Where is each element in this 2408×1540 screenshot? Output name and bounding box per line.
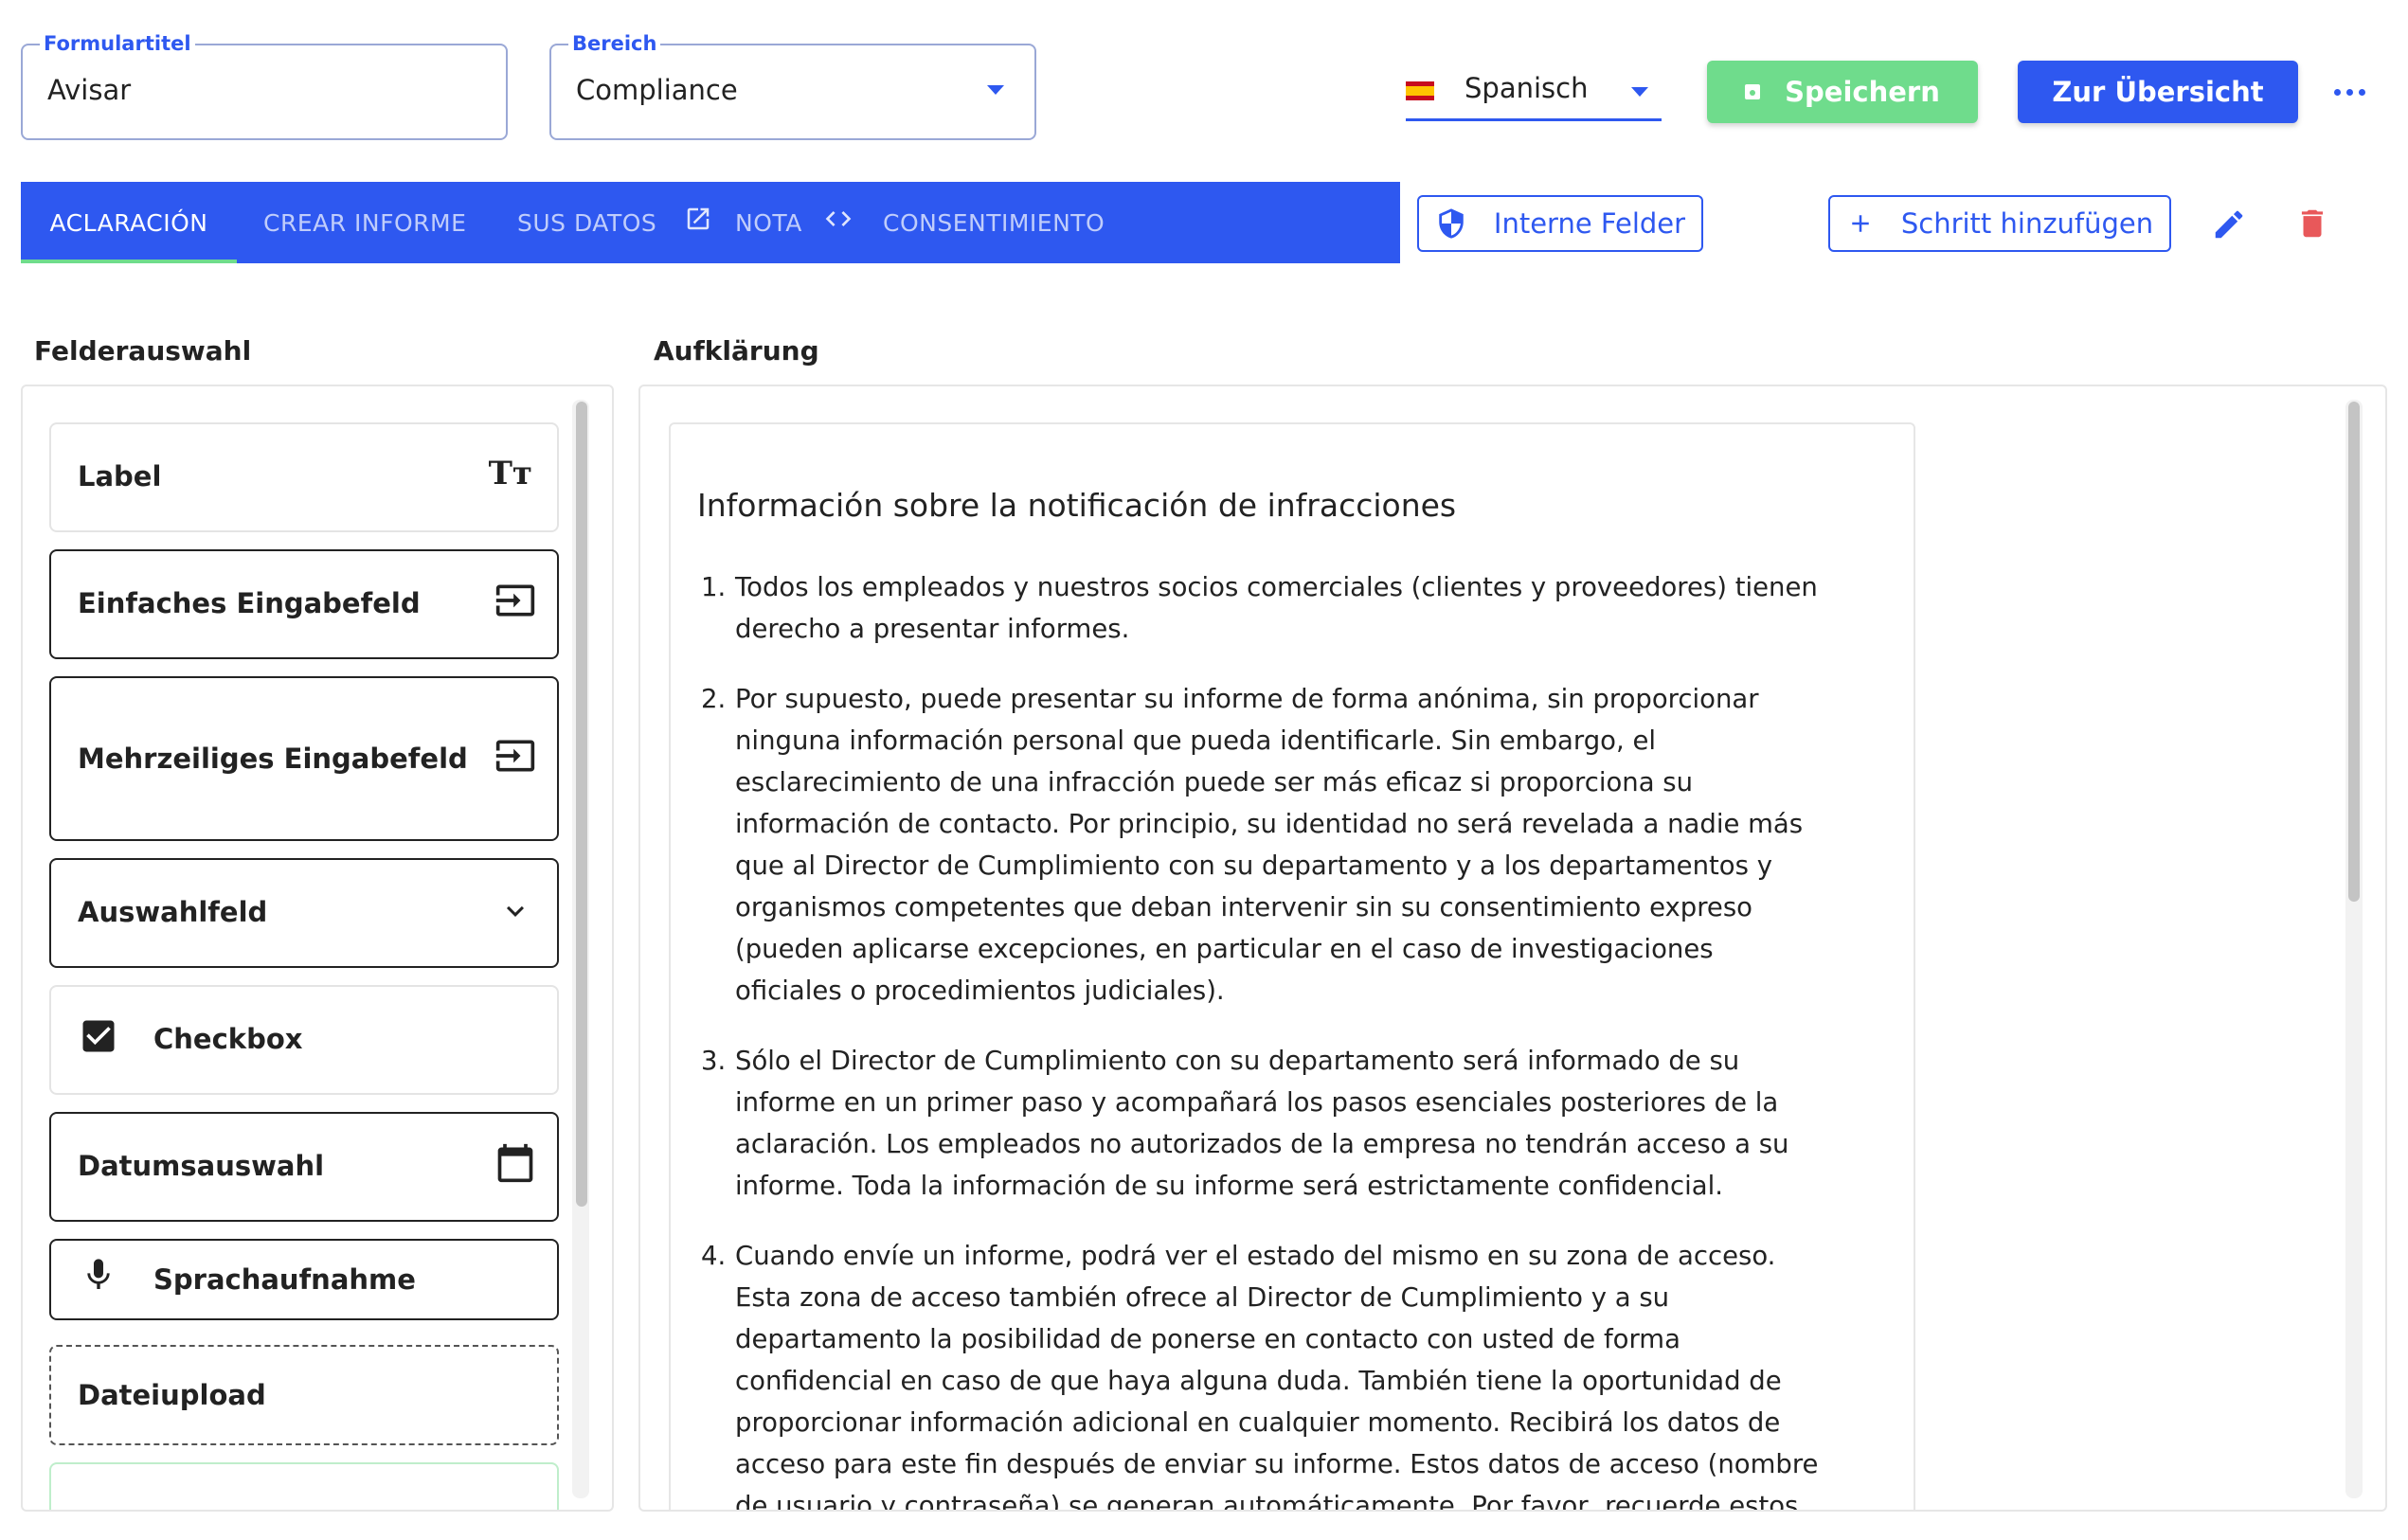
list-item-text: Por supuesto, puede presentar su informe… — [735, 684, 1804, 1006]
scrollbar-thumb[interactable] — [576, 402, 587, 1207]
tab-consentimiento[interactable]: CONSENTIMIENTO — [883, 182, 1105, 263]
list-item: 1. Todos los empleados y nuestros socios… — [701, 566, 1819, 650]
chevron-down-icon — [1631, 87, 1648, 97]
field-item-select[interactable]: Auswahlfeld — [49, 858, 559, 968]
open-in-new-icon[interactable] — [682, 203, 714, 235]
save-icon — [1745, 84, 1761, 99]
explanation-list: 1. Todos los empleados y nuestros socios… — [701, 566, 1819, 1512]
dot-icon — [2358, 88, 2365, 96]
tab-label: SUS DATOS — [517, 208, 657, 237]
add-step-label: Schritt hinzufügen — [1900, 207, 2154, 240]
field-item-label-text: Auswahlfeld — [78, 896, 268, 928]
list-item-text: Cuando envíe un informe, podrá ver el es… — [735, 1241, 1819, 1512]
field-item-file-upload[interactable]: Dateiupload — [49, 1345, 559, 1445]
list-item-text: Sólo el Director de Cumplimiento con su … — [735, 1046, 1789, 1201]
field-item-voice-recording[interactable]: Sprachaufnahme — [49, 1239, 559, 1320]
form-title-value: Avisar — [47, 74, 132, 106]
list-item-number: 4. — [701, 1241, 727, 1271]
delete-icon[interactable] — [2294, 205, 2330, 242]
language-value: Spanisch — [1465, 72, 1589, 104]
form-title-field[interactable]: Formulartitel Avisar — [21, 32, 508, 140]
internal-fields-button[interactable]: Interne Felder — [1417, 195, 1703, 252]
microphone-icon — [87, 1259, 110, 1289]
explanation-card: Información sobre la notificación de inf… — [669, 422, 1915, 1512]
tab-label: NOTA — [735, 208, 802, 237]
overview-button[interactable]: Zur Übersicht — [2018, 61, 2298, 123]
tab-sus-datos[interactable]: SUS DATOS — [517, 182, 656, 263]
chevron-down-icon — [987, 85, 1004, 95]
dot-icon — [2345, 88, 2353, 96]
field-item-label-text: Einfaches Eingabefeld — [78, 587, 421, 619]
dot-icon — [2333, 88, 2341, 96]
chevron-down-icon — [507, 905, 524, 917]
content-title: Información sobre la notificación de inf… — [697, 487, 1457, 524]
spain-flag-icon — [1406, 81, 1434, 100]
list-item-number: 2. — [701, 684, 727, 714]
list-item: 2. Por supuesto, puede presentar su info… — [701, 678, 1819, 1012]
area-value: Compliance — [576, 74, 738, 106]
plus-icon — [1852, 215, 1869, 232]
save-button[interactable]: Speichern — [1707, 61, 1978, 123]
tab-nota[interactable]: NOTA — [735, 182, 802, 263]
area-legend: Bereich — [568, 32, 661, 55]
tab-label: ACLARACIÓN — [49, 208, 208, 237]
field-item-checkbox[interactable]: Checkbox — [49, 985, 559, 1095]
code-icon[interactable] — [822, 203, 854, 235]
area-select[interactable]: Bereich Compliance — [549, 32, 1036, 140]
list-item: 3. Sólo el Director de Cumplimiento con … — [701, 1040, 1819, 1207]
input-icon — [495, 740, 535, 772]
tab-label: CONSENTIMIENTO — [883, 208, 1105, 237]
list-item-number: 1. — [701, 572, 727, 602]
field-item-simple-input[interactable]: Einfaches Eingabefeld — [49, 549, 559, 659]
tab-aclaracion[interactable]: ACLARACIÓN — [21, 182, 237, 263]
save-button-label: Speichern — [1785, 76, 1940, 108]
input-icon — [495, 584, 535, 617]
field-item-label-text: Checkbox — [153, 1023, 303, 1055]
tab-crear-informe[interactable]: CREAR INFORME — [263, 182, 466, 263]
add-step-button[interactable]: Schritt hinzufügen — [1828, 195, 2171, 252]
edit-icon[interactable] — [2211, 206, 2247, 242]
list-item: 4. Cuando envíe un informe, podrá ver el… — [701, 1235, 1819, 1512]
field-item-label-text: Label — [78, 460, 162, 492]
tab-label: CREAR INFORME — [263, 208, 467, 237]
list-item-text: Todos los empleados y nuestros socios co… — [735, 572, 1818, 644]
overview-button-label: Zur Übersicht — [2052, 76, 2264, 108]
internal-fields-label: Interne Felder — [1493, 207, 1686, 240]
field-item-label-text: Dateiupload — [78, 1379, 266, 1411]
field-item-label-text: Sprachaufnahme — [153, 1263, 416, 1296]
form-title-legend: Formulartitel — [40, 32, 195, 55]
field-item-label-text: Datumsauswahl — [78, 1150, 325, 1182]
shield-icon — [1439, 208, 1464, 239]
more-menu-button[interactable] — [2330, 78, 2368, 106]
field-item-label-text: Mehrzeiliges Eingabefeld — [78, 743, 468, 775]
explanation-panel: Información sobre la notificación de inf… — [638, 385, 2387, 1512]
field-selection-title: Felderauswahl — [34, 335, 252, 367]
checkbox-checked-icon — [82, 1020, 115, 1052]
field-item-label[interactable]: Label Tт — [49, 422, 559, 532]
step-tabs: ACLARACIÓN CREAR INFORME SUS DATOS NOTA … — [21, 182, 1400, 263]
field-item-multiline-input[interactable]: Mehrzeiliges Eingabefeld — [49, 676, 559, 841]
scrollbar-thumb[interactable] — [2348, 402, 2360, 902]
explanation-title: Aufklärung — [654, 335, 819, 367]
list-item-number: 3. — [701, 1046, 727, 1076]
field-item-partial[interactable] — [49, 1462, 559, 1510]
calendar-icon — [497, 1143, 533, 1183]
field-item-date-picker[interactable]: Datumsauswahl — [49, 1112, 559, 1222]
field-selection-panel: Label Tт Einfaches Eingabefeld Mehrzeili… — [21, 385, 614, 1512]
text-fields-icon: Tт — [488, 455, 532, 492]
language-select[interactable]: Spanisch — [1406, 70, 1662, 121]
